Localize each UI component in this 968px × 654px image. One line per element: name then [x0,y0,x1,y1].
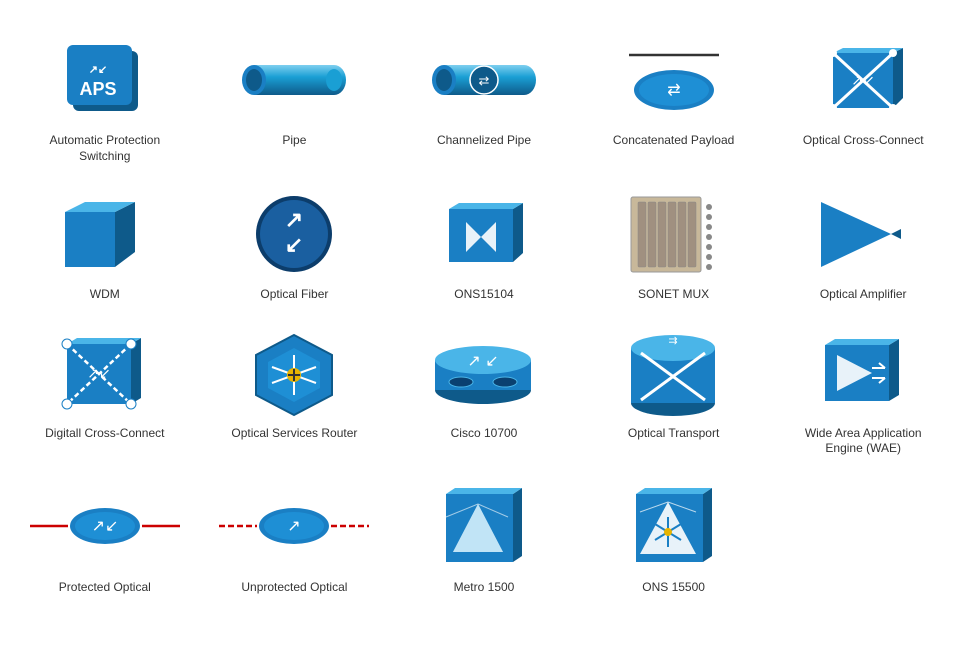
item-wdm[interactable]: WDM [10,174,200,313]
svg-text:↗: ↗ [288,518,301,535]
label-metro: Metro 1500 [454,580,515,596]
label-ons15104: ONS15104 [454,287,513,303]
label-cisco10700: Cisco 10700 [451,426,518,442]
label-cpipe: Channelized Pipe [437,133,531,149]
item-cisco10700[interactable]: ↗ ↙ Cisco 10700 [389,313,579,467]
label-occ: Optical Cross-Connect [803,133,924,149]
item-sonet[interactable]: SONET MUX [579,174,769,313]
item-unprot[interactable]: ↗ Unprotected Optical [200,467,390,606]
item-ons15500[interactable]: ONS 15500 [579,467,769,606]
label-osr: Optical Services Router [231,426,357,442]
item-osr[interactable]: Optical Services Router [200,313,390,467]
svg-text:↙: ↙ [285,232,303,257]
svg-text:↗↙: ↗↙ [851,72,874,88]
item-ofib[interactable]: ↗ ↙ Optical Fiber [200,174,390,313]
svg-text:⇄: ⇄ [479,73,490,88]
item-concat[interactable]: ⇄ Concatenated Payload [579,20,769,174]
svg-text:⇄: ⇄ [667,82,680,99]
svg-text:↗: ↗ [285,207,303,232]
item-wae[interactable]: Wide Area ApplicationEngine (WAE) [768,313,958,467]
item-cpipe[interactable]: ⇄ Channelized Pipe [389,20,579,174]
item-ons15104[interactable]: ONS15104 [389,174,579,313]
label-wae: Wide Area ApplicationEngine (WAE) [805,426,922,457]
item-aps[interactable]: ↗↙ APS Automatic ProtectionSwitching [10,20,200,174]
label-pipe: Pipe [282,133,306,149]
label-amp: Optical Amplifier [820,287,907,303]
label-unprot: Unprotected Optical [241,580,347,596]
svg-text:↗↙: ↗↙ [87,365,110,381]
label-dcc: Digitall Cross-Connect [45,426,164,442]
svg-text:⇉: ⇉ [668,335,677,347]
label-ofib: Optical Fiber [260,287,328,303]
empty-cell [768,467,958,606]
item-dcc[interactable]: ↗↙ Digitall Cross-Connect [10,313,200,467]
item-amp[interactable]: Optical Amplifier [768,174,958,313]
svg-text:↗ ↙: ↗ ↙ [468,353,499,370]
label-sonet: SONET MUX [638,287,709,303]
label-ons15500: ONS 15500 [642,580,705,596]
item-ot[interactable]: ⇉ Optical Transport [579,313,769,467]
svg-text:↗↙: ↗↙ [91,518,118,535]
label-wdm: WDM [90,287,120,303]
label-prot: Protected Optical [59,580,151,596]
label-ot: Optical Transport [628,426,719,442]
label-aps: Automatic ProtectionSwitching [49,133,160,164]
item-pipe[interactable]: Pipe [200,20,390,174]
svg-text:APS: APS [79,79,116,99]
item-metro[interactable]: Metro 1500 [389,467,579,606]
icon-grid: ↗↙ APS Automatic ProtectionSwitching [0,0,968,626]
label-concat: Concatenated Payload [613,133,734,149]
item-occ[interactable]: ↗↙ Optical Cross-Connect [768,20,958,174]
item-prot[interactable]: ↗↙ Protected Optical [10,467,200,606]
svg-text:↗↙: ↗↙ [89,64,107,76]
